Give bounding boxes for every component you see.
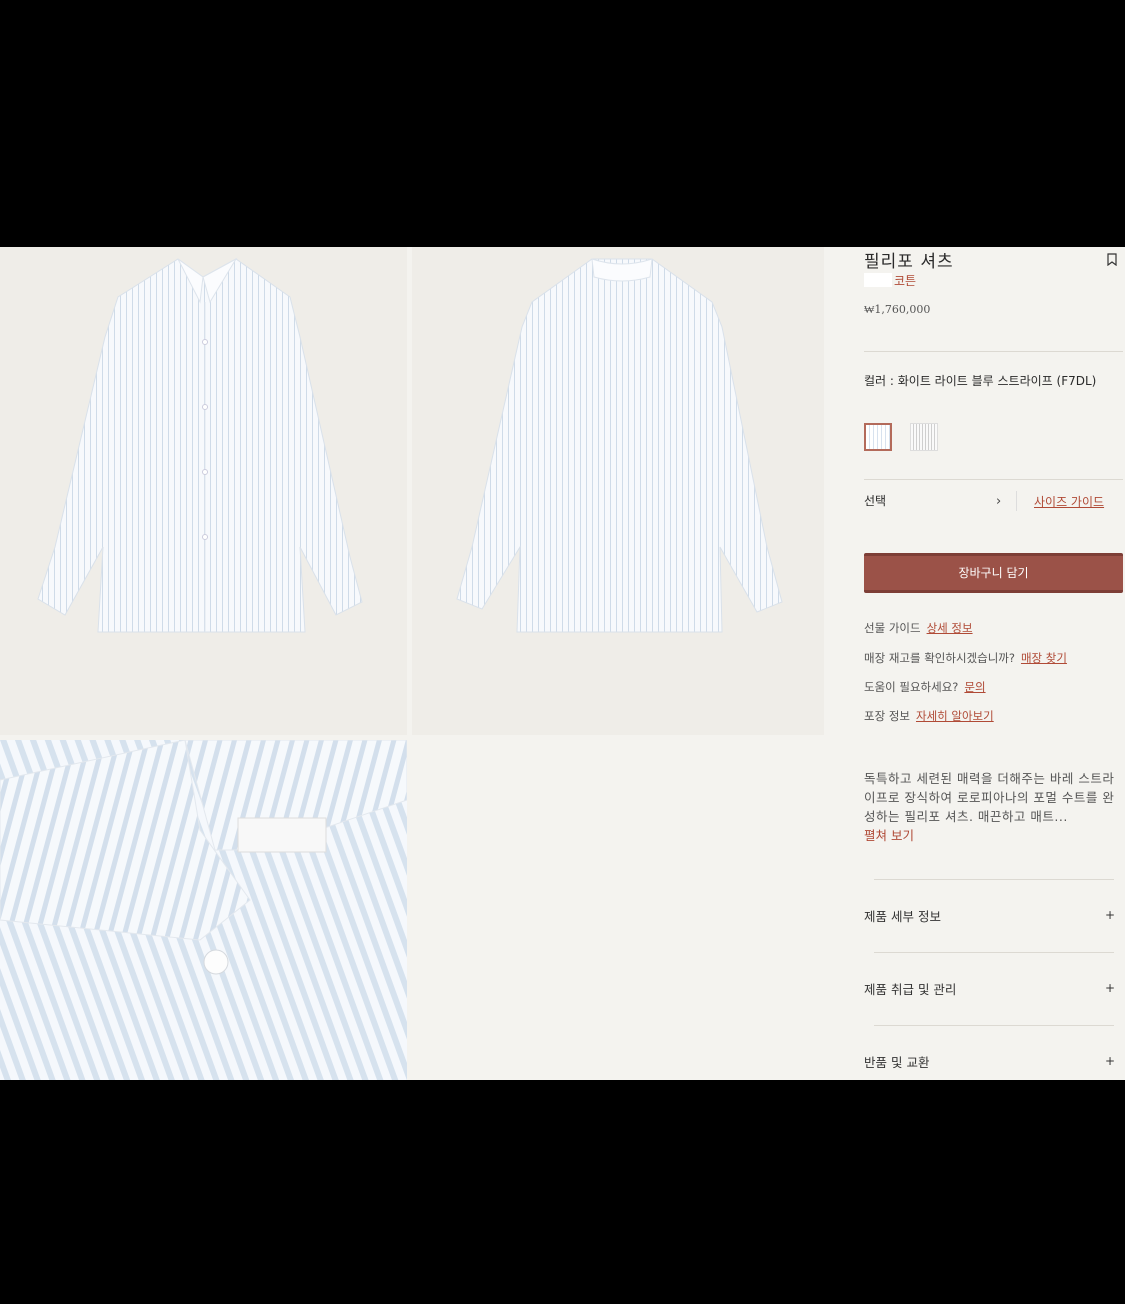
bookmark-icon[interactable] <box>1107 253 1117 266</box>
product-info-panel: 필리포 셔츠 코튼 ₩1,760,000 컬러 : 화이트 라이트 블루 스트라… <box>852 247 1125 1080</box>
plus-icon[interactable]: + <box>1105 908 1115 922</box>
info-link[interactable]: 문의 <box>964 680 985 694</box>
read-more-link[interactable]: 펼쳐 보기 <box>864 825 914 844</box>
info-link[interactable]: 매장 찾기 <box>1021 651 1067 665</box>
product-image-back[interactable] <box>412 247 824 735</box>
product-price: ₩1,760,000 <box>864 303 931 316</box>
accordion-care[interactable]: 제품 취급 및 관리 <box>864 979 956 998</box>
chevron-right-icon[interactable]: › <box>996 494 1001 509</box>
info-row-packaging: 포장 정보 자세히 알아보기 <box>864 708 994 724</box>
size-select-label[interactable]: 선택 <box>864 492 886 509</box>
accordion-returns[interactable]: 반품 및 교환 <box>864 1052 929 1071</box>
gallery-empty-tile <box>412 740 824 1080</box>
plus-icon[interactable]: + <box>1105 981 1115 995</box>
plus-icon[interactable]: + <box>1105 1054 1115 1068</box>
info-label: 포장 정보 <box>864 709 910 723</box>
accordion-product-details[interactable]: 제품 세부 정보 <box>864 906 941 925</box>
product-page: 필리포 셔츠 코튼 ₩1,760,000 컬러 : 화이트 라이트 블루 스트라… <box>0 247 1125 1080</box>
divider <box>1016 491 1017 511</box>
image-gallery <box>0 247 852 1080</box>
color-swatch-selected[interactable] <box>864 423 892 451</box>
info-label: 선물 가이드 <box>864 621 921 635</box>
add-to-cart-button[interactable]: 장바구니 담기 <box>864 553 1123 593</box>
info-label: 매장 재고를 확인하시겠습니까? <box>864 651 1015 665</box>
color-swatch[interactable] <box>910 423 938 451</box>
material-badge <box>864 273 892 287</box>
divider <box>874 952 1114 953</box>
divider <box>874 1025 1114 1026</box>
divider <box>864 351 1123 352</box>
info-link[interactable]: 상세 정보 <box>927 621 973 635</box>
info-row-gift: 선물 가이드 상세 정보 <box>864 620 973 636</box>
info-row-help: 도움이 필요하세요? 문의 <box>864 679 986 695</box>
info-label: 도움이 필요하세요? <box>864 680 959 694</box>
product-material: 코튼 <box>894 274 917 288</box>
product-image-detail[interactable] <box>0 740 407 1080</box>
product-title: 필리포 셔츠 <box>864 252 954 272</box>
product-image-front[interactable] <box>0 247 407 735</box>
info-row-store: 매장 재고를 확인하시겠습니까? 매장 찾기 <box>864 650 1067 666</box>
divider <box>864 479 1123 480</box>
color-label: 컬러 : 화이트 라이트 블루 스트라이프 (F7DL) <box>864 374 1097 388</box>
divider <box>874 879 1114 880</box>
info-link[interactable]: 자세히 알아보기 <box>916 709 994 723</box>
product-description: 독특하고 세련된 매력을 더해주는 바레 스트라이프로 장식하여 로로피아나의 … <box>864 771 1115 824</box>
size-guide-link[interactable]: 사이즈 가이드 <box>1034 493 1104 510</box>
